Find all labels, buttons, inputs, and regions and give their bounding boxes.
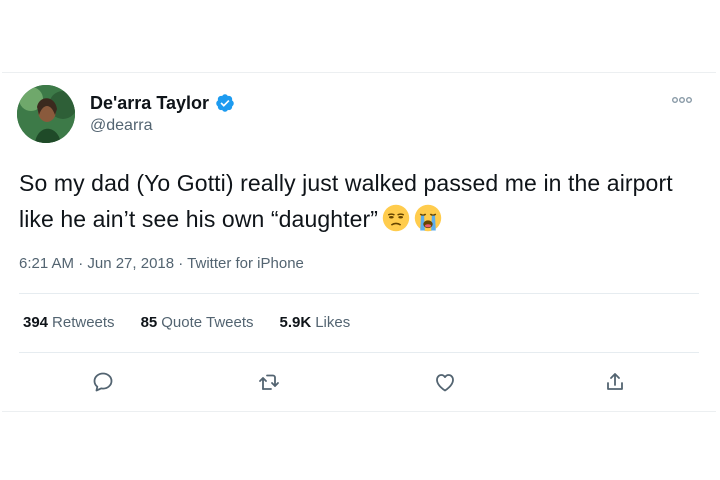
likes-label: Likes: [315, 314, 351, 331]
retweets-count: 394: [23, 314, 49, 331]
avatar-image: [17, 85, 75, 143]
display-name[interactable]: De'arra Taylor: [90, 93, 209, 114]
likes-stat[interactable]: 5.9K Likes: [280, 314, 351, 331]
avatar[interactable]: [17, 85, 75, 143]
tweet-timestamp[interactable]: 6:21 AM · Jun 27, 2018 · Twitter for iPh…: [19, 255, 304, 272]
name-row: De'arra Taylor: [90, 91, 235, 115]
unamused-face-emoji: [382, 204, 410, 232]
tweet-actions: [2, 367, 716, 397]
quote-tweets-label: Quote Tweets: [161, 314, 254, 331]
verified-badge-icon: [216, 94, 234, 112]
retweets-label: Retweets: [52, 314, 115, 331]
author-info: De'arra Taylor @dearra: [90, 91, 235, 135]
retweet-button[interactable]: [254, 367, 284, 397]
loudly-crying-face-emoji: [414, 204, 442, 232]
handle[interactable]: @dearra: [90, 117, 235, 135]
tweet-text-content: So my dad (Yo Gotti) really just walked …: [19, 170, 673, 232]
retweets-stat[interactable]: 394 Retweets: [23, 314, 115, 331]
tweet-card: De'arra Taylor @dearra So my dad (Yo Got…: [2, 72, 716, 412]
tweet-text: So my dad (Yo Gotti) really just walked …: [19, 165, 699, 237]
reply-button[interactable]: [88, 367, 118, 397]
quote-tweets-count: 85: [140, 314, 158, 331]
page: De'arra Taylor @dearra So my dad (Yo Got…: [0, 0, 720, 480]
divider-bottom: [19, 352, 699, 353]
likes-count: 5.9K: [279, 314, 312, 331]
divider-top: [19, 293, 699, 294]
quote-tweets-stat[interactable]: 85 Quote Tweets: [141, 314, 254, 331]
share-button[interactable]: [600, 367, 630, 397]
share-icon: [607, 373, 623, 390]
retweet-icon: [259, 374, 279, 390]
like-icon: [436, 374, 454, 392]
reply-icon: [93, 372, 113, 392]
more-options-icon[interactable]: [670, 93, 694, 107]
tweet-stats: 394 Retweets 85 Quote Tweets 5.9K Likes: [23, 314, 350, 331]
like-button[interactable]: [430, 367, 460, 397]
